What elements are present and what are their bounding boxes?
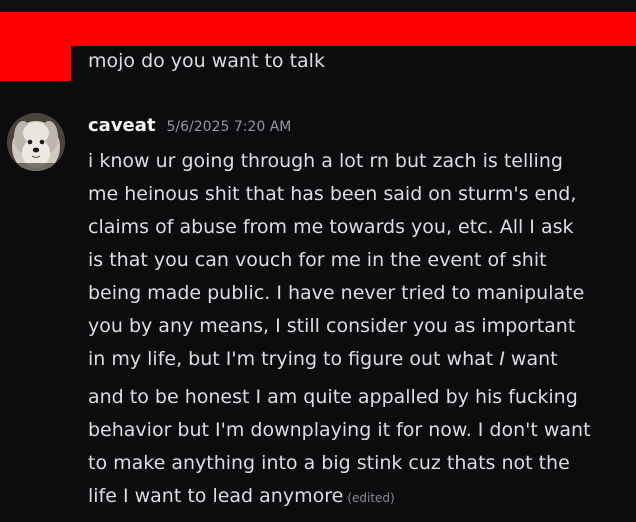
message-last-line: life I want to lead anymore (edited)	[88, 480, 628, 515]
message-line: i know ur going through a lot rn but zac…	[88, 150, 563, 172]
message-line: claims of abuse from me towards you, etc…	[88, 216, 574, 238]
message-line: you by any means, I still consider you a…	[88, 315, 576, 337]
message-line: me heinous shit that has been said on st…	[88, 183, 577, 205]
message-line: behavior but I'm downplaying it for now.…	[88, 419, 591, 441]
message-header: caveat 5/6/2025 7:20 AM	[88, 115, 291, 136]
message-line-text: in my life, but I'm trying to figure out…	[88, 348, 500, 370]
redaction-top-strip	[0, 0, 636, 12]
message-line: and to be honest I am quite appalled by …	[88, 386, 578, 408]
username[interactable]: caveat	[88, 115, 156, 136]
message-line: being made public. I have never tried to…	[88, 282, 585, 304]
message-line-text: life I want to lead anymore	[88, 485, 344, 507]
redaction-bar	[0, 12, 636, 46]
chat-view: mojo do you want to talk caveat 5/6/2025…	[0, 0, 636, 522]
user-avatar-icon[interactable]	[7, 113, 65, 171]
message-body: i know ur going through a lot rn but zac…	[88, 145, 628, 515]
edited-label[interactable]: (edited)	[347, 491, 394, 505]
redaction-block	[0, 46, 71, 81]
message-timestamp[interactable]: 5/6/2025 7:20 AM	[167, 119, 292, 135]
message-line: is that you can vouch for me in the even…	[88, 249, 547, 271]
previous-message-text: mojo do you want to talk	[88, 50, 325, 72]
message-line-with-emphasis: in my life, but I'm trying to figure out…	[88, 343, 628, 376]
message-line-tail: want	[504, 348, 558, 370]
fluffy-dog-avatar-icon	[7, 113, 65, 171]
message-line: to make anything into a big stink cuz th…	[88, 452, 570, 474]
